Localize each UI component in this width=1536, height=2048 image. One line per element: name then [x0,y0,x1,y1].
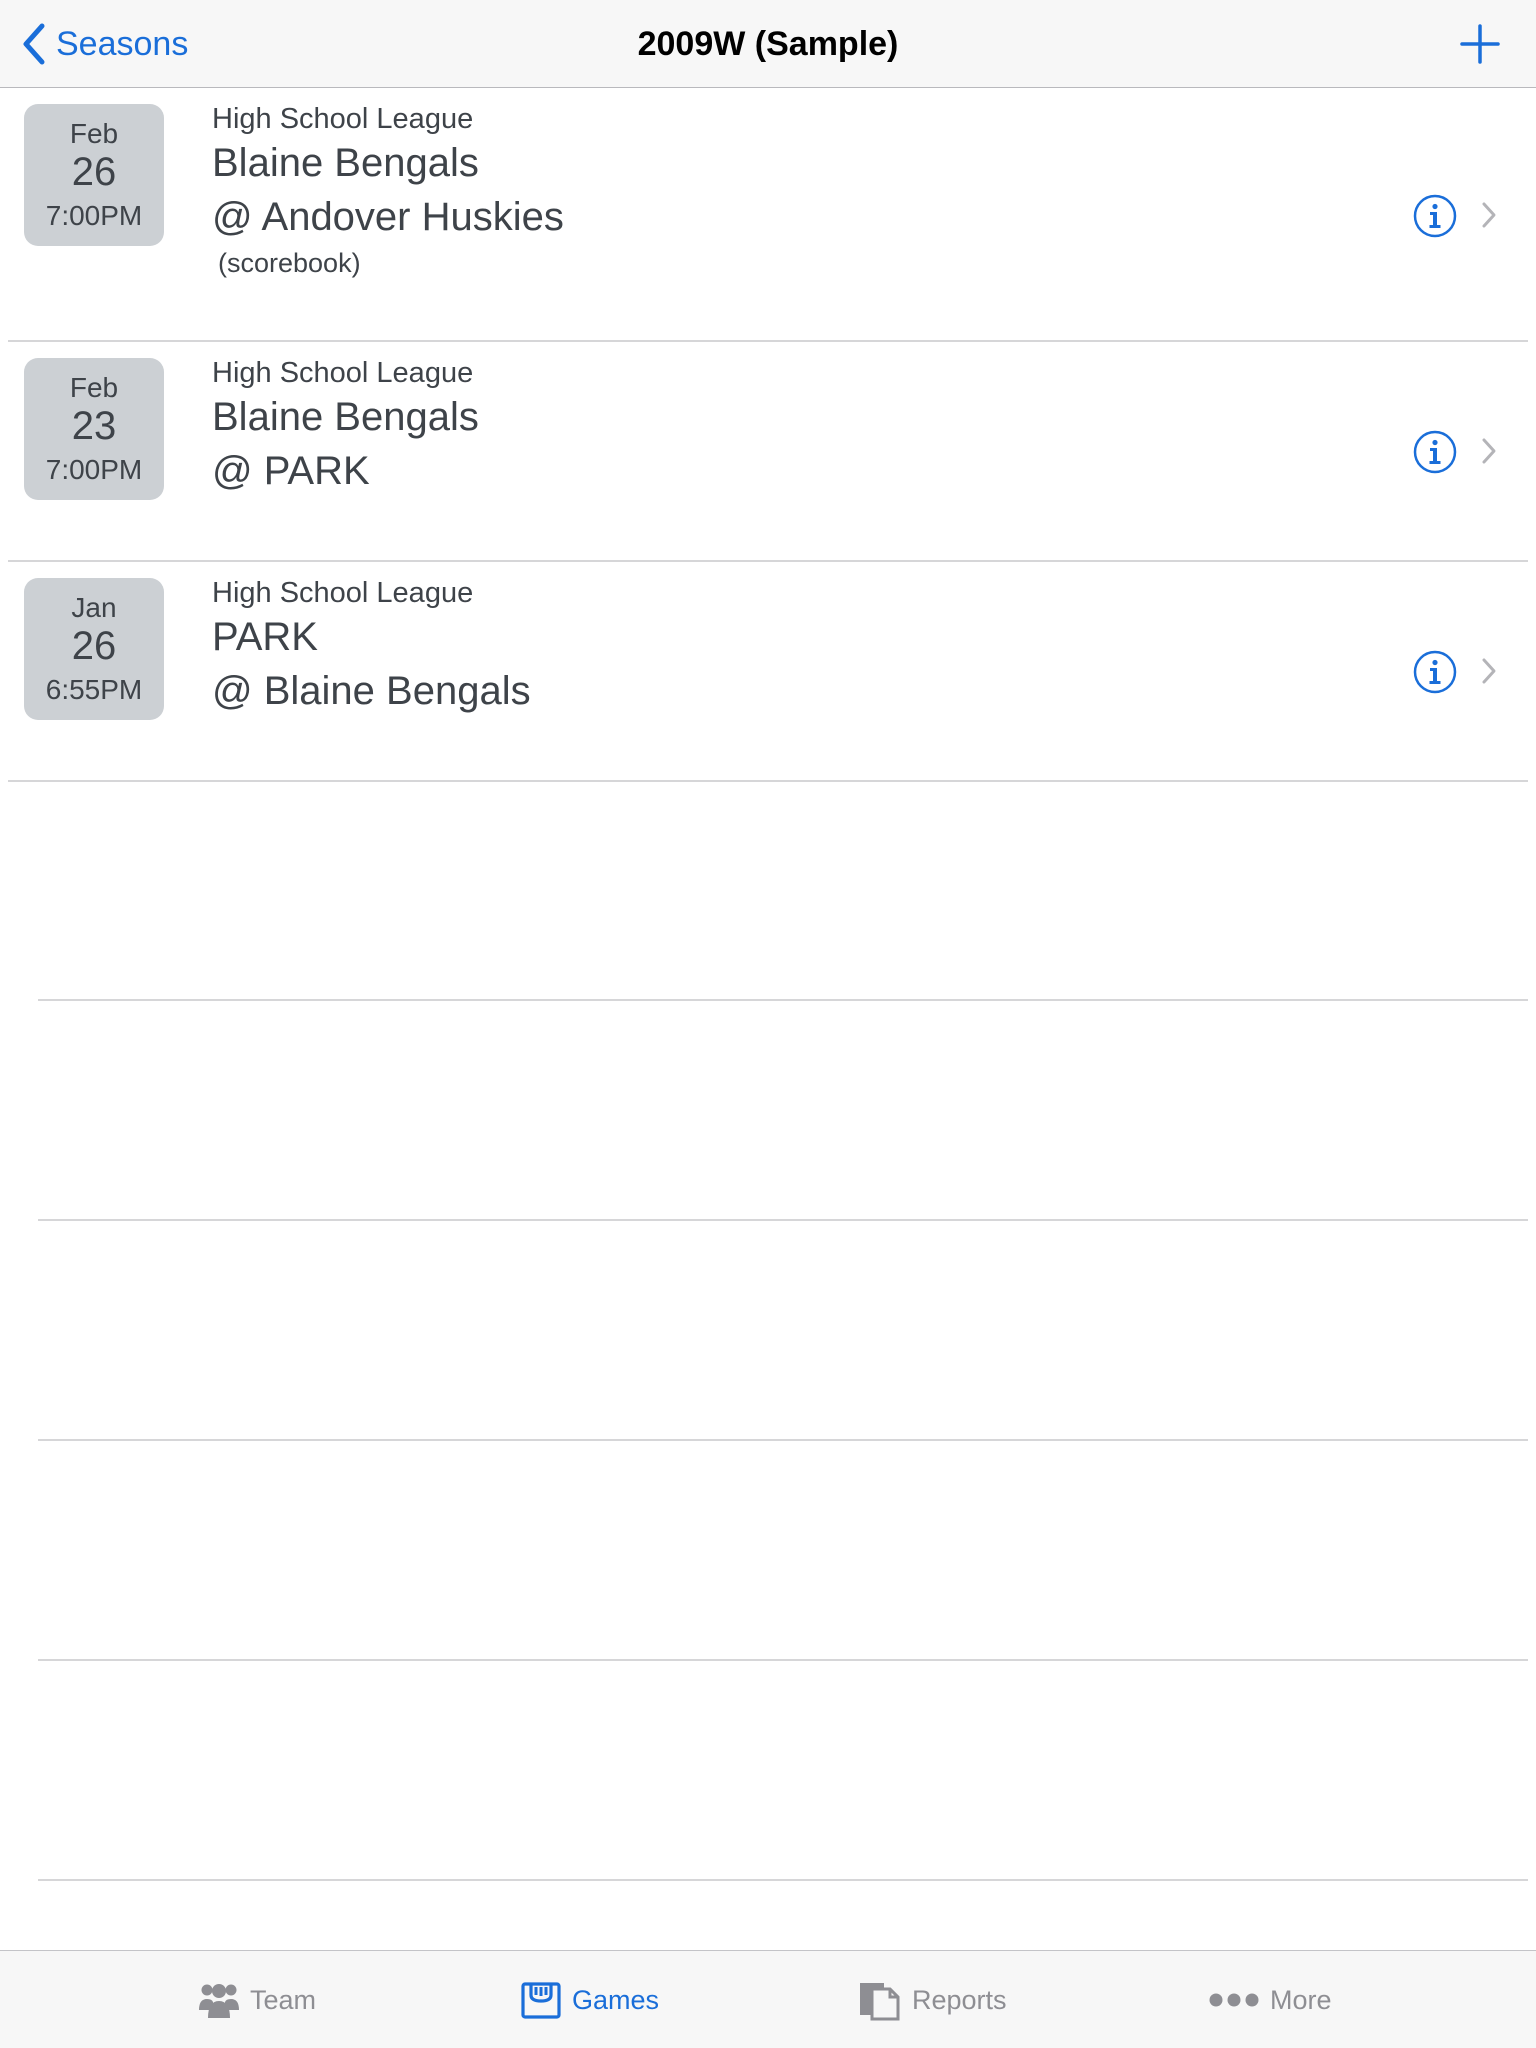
date-month: Feb [69,118,119,149]
empty-row-separator [38,1219,1528,1221]
empty-row-separator [38,1879,1528,1881]
info-icon[interactable] [1413,650,1457,694]
game-details: High School League Blaine Bengals @ PARK [212,356,479,498]
tab-label: Games [572,1984,660,2015]
chevron-right-icon[interactable] [1479,200,1499,230]
info-icon[interactable] [1413,430,1457,474]
game-details: High School League PARK @ Blaine Bengals [212,576,531,718]
tab-label: Reports [912,1984,1007,2015]
page-title: 2009W (Sample) [637,25,899,63]
chevron-right-icon[interactable] [1479,436,1499,466]
info-icon[interactable] [1413,194,1457,238]
chevron-left-icon [23,23,45,65]
game-note: (scorebook) [218,248,361,278]
home-team: Blaine Bengals [212,395,479,439]
home-team: PARK [212,615,318,659]
away-team: @ Blaine Bengals [212,669,531,713]
tab-label: Team [250,1984,317,2015]
date-month: Jan [71,592,117,623]
tab-bar: Team Games Reports More [0,1950,1536,2048]
date-badge: Jan 26 6:55PM [24,578,164,720]
back-button[interactable]: Seasons [22,0,188,88]
row-separator [8,780,1528,782]
date-time: 7:00PM [45,200,143,231]
games-icon [521,1982,561,2019]
date-badge: Feb 23 7:00PM [24,358,164,500]
add-game-button[interactable] [1458,22,1502,66]
date-time: 7:00PM [45,454,143,485]
date-month: Feb [69,372,119,403]
games-screen: Seasons 2009W (Sample) Feb 26 7:00PM Hig… [0,0,1536,2048]
game-details: High School League Blaine Bengals @ Ando… [212,102,564,282]
team-icon [199,1984,239,2018]
tab-label: More [1270,1984,1332,2015]
tab-games[interactable]: Games [520,1951,659,2048]
empty-row-separator [38,1439,1528,1441]
tab-team[interactable]: Team [198,1951,316,2048]
empty-row-separator [38,1659,1528,1661]
chevron-right-icon[interactable] [1479,656,1499,686]
tab-reports[interactable]: Reports [858,1951,1007,2048]
empty-row-separator [38,999,1528,1001]
tab-more[interactable]: More [1208,1951,1332,2048]
game-row[interactable]: Jan 26 6:55PM High School League PARK @ … [0,562,1536,782]
date-day: 26 [71,150,117,194]
league-name: High School League [212,577,474,609]
date-day: 23 [71,404,117,448]
date-badge: Feb 26 7:00PM [24,104,164,246]
navigation-bar: Seasons 2009W (Sample) [0,0,1536,88]
away-team: @ Andover Huskies [212,195,564,239]
game-row[interactable]: Feb 23 7:00PM High School League Blaine … [0,342,1536,562]
league-name: High School League [212,357,474,389]
date-time: 6:55PM [45,674,143,705]
away-team: @ PARK [212,449,370,493]
date-day: 26 [71,624,117,668]
back-button-label: Seasons [56,24,189,63]
game-row[interactable]: Feb 26 7:00PM High School League Blaine … [0,88,1536,342]
more-icon [1209,1993,1259,2007]
reports-icon [860,1983,900,2021]
league-name: High School League [212,103,474,135]
home-team: Blaine Bengals [212,141,479,185]
